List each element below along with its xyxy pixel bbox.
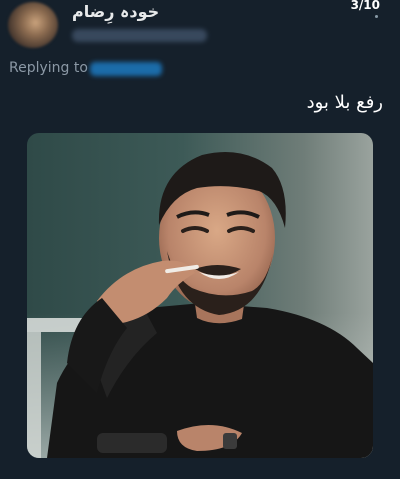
tweet-text: رفع بلا بود — [306, 92, 383, 113]
display-name[interactable]: خودہ رِضام — [72, 2, 159, 21]
counter-dot — [375, 15, 378, 18]
thread-counter: 3/10 — [350, 0, 380, 12]
reply-mention-redacted[interactable] — [90, 62, 162, 76]
avatar[interactable] — [8, 2, 58, 48]
tweet-photo[interactable] — [27, 133, 373, 458]
user-handle-redacted — [72, 29, 207, 42]
replying-to-label: Replying to — [9, 60, 88, 76]
